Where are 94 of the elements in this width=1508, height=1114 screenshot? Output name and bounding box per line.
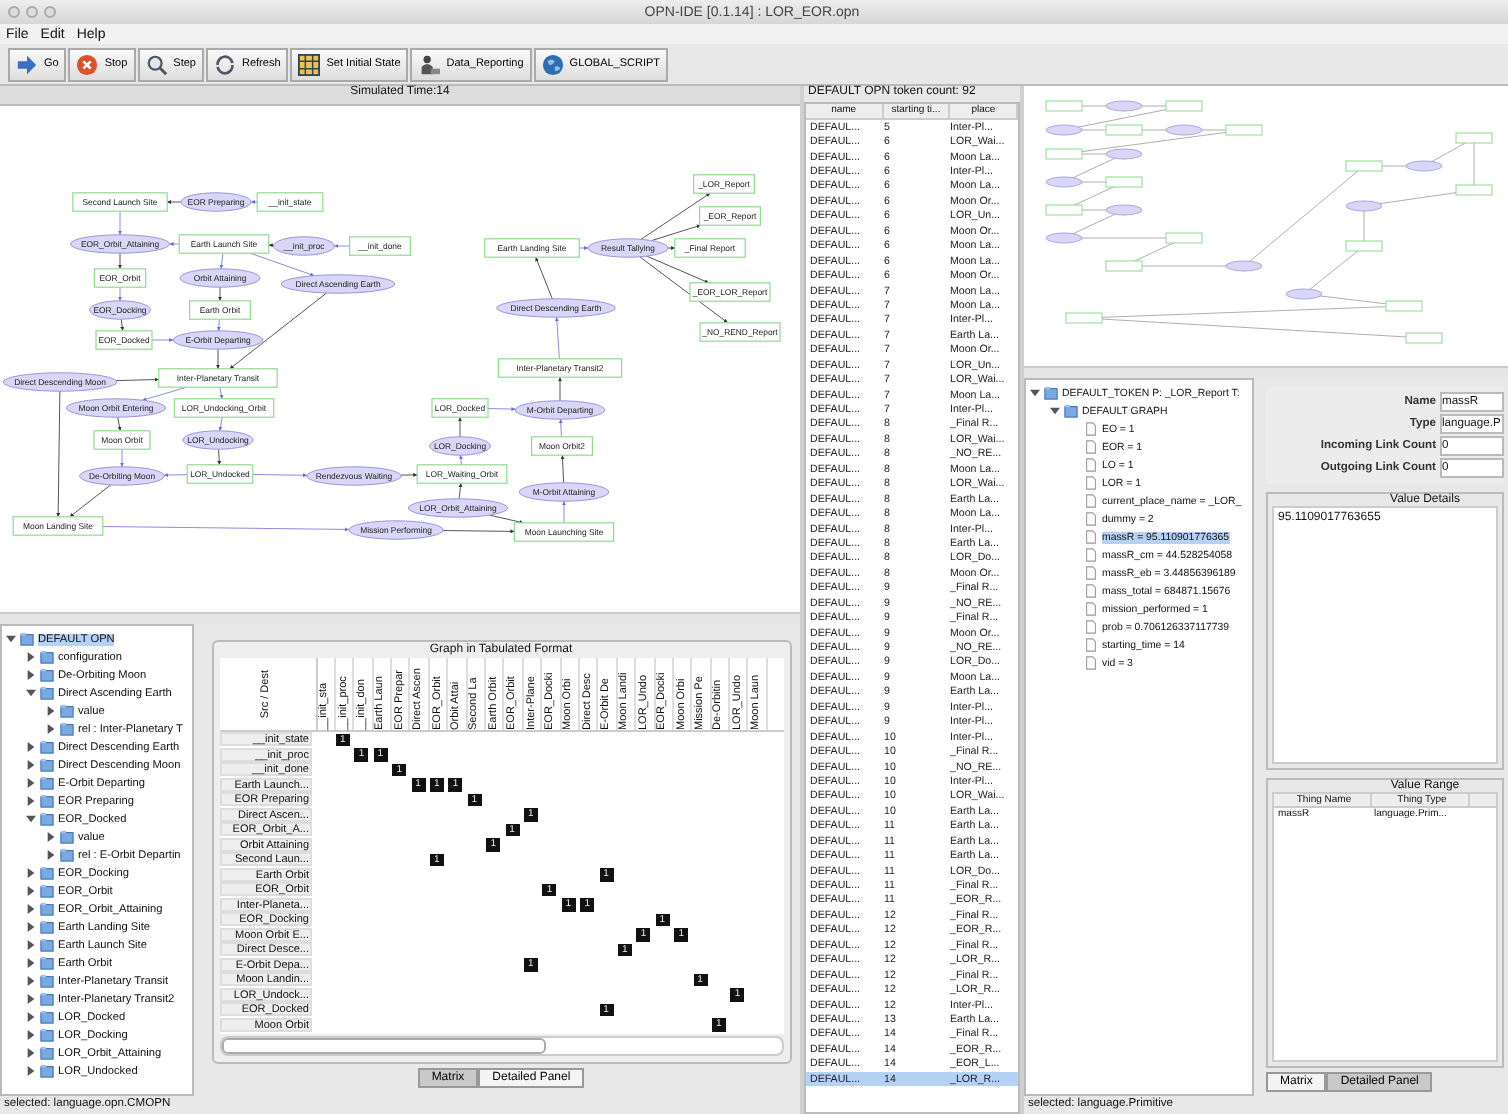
folder-icon — [40, 884, 54, 898]
arrow — [488, 514, 524, 524]
arrow — [216, 318, 221, 332]
folder-icon — [40, 758, 54, 772]
scrollbar-thumb[interactable] — [221, 1038, 545, 1054]
arrow — [216, 348, 220, 370]
collapsed-triangle-icon[interactable] — [26, 958, 36, 968]
figure-icon — [418, 53, 441, 75]
collapsed-triangle-icon[interactable] — [26, 994, 36, 1004]
folder-icon — [1064, 404, 1078, 418]
collapsed-triangle-icon[interactable] — [26, 886, 36, 896]
collapsed-triangle-icon[interactable] — [46, 850, 56, 860]
collapsed-triangle-icon[interactable] — [46, 832, 56, 842]
folder-icon — [40, 650, 54, 664]
folder-icon — [20, 632, 34, 646]
collapsed-triangle-icon[interactable] — [26, 904, 36, 914]
arrow — [458, 416, 462, 438]
collapsed-triangle-icon[interactable] — [26, 1066, 36, 1076]
arrow — [56, 390, 61, 518]
folder-icon — [40, 794, 54, 808]
expanded-triangle-icon[interactable] — [1030, 388, 1040, 398]
folder-icon — [40, 1046, 54, 1060]
collapsed-triangle-icon[interactable] — [26, 652, 36, 662]
folder-icon — [40, 812, 54, 826]
collapsed-triangle-icon[interactable] — [26, 976, 36, 986]
arrow — [141, 386, 188, 401]
folder-icon — [60, 704, 74, 718]
collapsed-triangle-icon[interactable] — [26, 796, 36, 806]
collapsed-triangle-icon[interactable] — [26, 1012, 36, 1022]
folder-icon — [40, 956, 54, 970]
arrow-icon — [16, 53, 38, 75]
collapsed-triangle-icon[interactable] — [26, 742, 36, 752]
arrow — [163, 473, 188, 478]
folder-icon — [1044, 386, 1058, 400]
folder-icon — [60, 722, 74, 736]
folder-icon — [40, 740, 54, 754]
stop-icon — [76, 53, 99, 75]
arrow — [560, 454, 565, 484]
folder-icon — [60, 848, 74, 862]
globe-icon — [541, 53, 564, 75]
folder-icon — [40, 776, 54, 790]
arrow — [268, 243, 275, 248]
folder-icon — [40, 992, 54, 1006]
arrow — [562, 500, 566, 524]
arrow — [151, 338, 174, 342]
refresh-icon — [214, 53, 236, 75]
expanded-triangle-icon[interactable] — [6, 634, 16, 644]
folder-icon — [40, 668, 54, 682]
folder-icon — [40, 1028, 54, 1042]
arrow — [219, 386, 224, 400]
grid-icon — [298, 53, 321, 75]
folder-icon — [40, 1010, 54, 1024]
folder-icon — [40, 686, 54, 700]
arrow — [558, 376, 562, 402]
arrow — [250, 200, 258, 204]
arrow — [249, 252, 315, 277]
arrow — [118, 210, 122, 236]
collapsed-triangle-icon[interactable] — [26, 922, 36, 932]
collapsed-triangle-icon[interactable] — [26, 670, 36, 680]
folder-icon — [40, 974, 54, 988]
arrow — [558, 418, 563, 438]
arrow — [554, 316, 560, 360]
collapsed-triangle-icon[interactable] — [26, 760, 36, 770]
arrow — [442, 529, 515, 534]
expanded-triangle-icon[interactable] — [26, 688, 36, 698]
arrow — [578, 246, 589, 250]
folder-icon — [40, 866, 54, 880]
collapsed-triangle-icon[interactable] — [26, 1030, 36, 1040]
arrow — [120, 318, 125, 332]
arrow — [400, 472, 418, 477]
collapsed-triangle-icon[interactable] — [26, 940, 36, 950]
expanded-triangle-icon[interactable] — [26, 814, 36, 824]
arrow — [69, 484, 112, 518]
collapsed-triangle-icon[interactable] — [46, 706, 56, 716]
folder-icon — [40, 920, 54, 934]
arrow — [535, 256, 553, 300]
collapsed-triangle-icon[interactable] — [26, 1048, 36, 1058]
folder-icon — [60, 830, 74, 844]
collapsed-triangle-icon[interactable] — [46, 724, 56, 734]
arrow — [667, 246, 676, 250]
arrow — [166, 200, 182, 204]
arrow — [458, 454, 463, 466]
arrow — [487, 407, 516, 412]
arrow — [333, 244, 351, 248]
collapsed-triangle-icon[interactable] — [26, 868, 36, 878]
collapsed-triangle-icon[interactable] — [26, 778, 36, 788]
expanded-triangle-icon[interactable] — [1050, 406, 1060, 416]
arrow — [115, 377, 160, 382]
arrow — [252, 473, 308, 478]
arrow — [169, 242, 180, 246]
folder-icon — [40, 902, 54, 916]
folder-icon — [40, 938, 54, 952]
folder-icon — [40, 1064, 54, 1078]
magnifier-icon — [145, 53, 168, 75]
